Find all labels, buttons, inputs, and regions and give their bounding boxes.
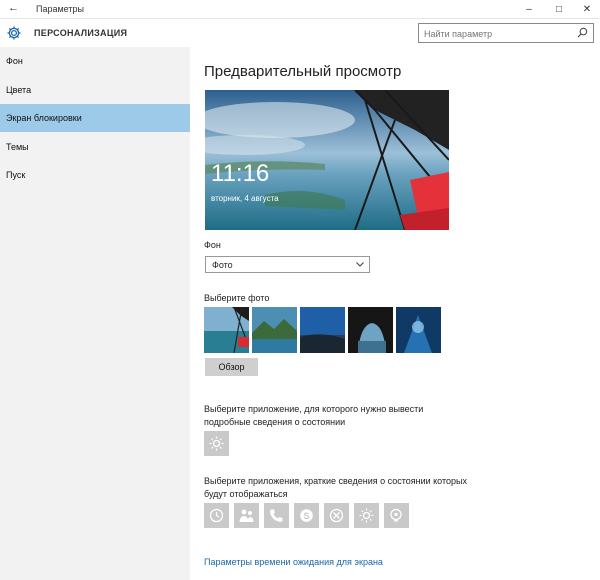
weather-icon xyxy=(359,508,374,523)
background-select-value: Фото xyxy=(212,260,233,270)
skype-icon: S xyxy=(300,509,313,522)
chevron-down-icon xyxy=(356,262,364,267)
photo-thumbnail[interactable] xyxy=(396,307,441,353)
quick-app-alarm[interactable] xyxy=(204,503,229,528)
quick-app-people[interactable] xyxy=(234,503,259,528)
quick-app-store[interactable] xyxy=(384,503,409,528)
detailed-app-label: Выберите приложение, для которого нужно … xyxy=(204,404,424,427)
photo-thumbnail[interactable] xyxy=(204,307,249,353)
alarm-icon xyxy=(209,508,224,523)
settings-header: ПЕРСОНАЛИЗАЦИЯ xyxy=(0,19,600,47)
search-icon[interactable] xyxy=(577,27,588,38)
search-input[interactable] xyxy=(424,27,572,40)
quick-app-weather[interactable] xyxy=(354,503,379,528)
xbox-icon xyxy=(329,508,344,523)
sidebar-item-themes[interactable]: Темы xyxy=(0,133,190,161)
sidebar-item-lock-screen[interactable]: Экран блокировки xyxy=(0,104,190,132)
search-box[interactable] xyxy=(418,23,594,43)
preview-time: 11:16 xyxy=(211,160,270,187)
svg-text:S: S xyxy=(303,511,309,521)
gear-icon xyxy=(7,26,21,40)
sidebar-item-start[interactable]: Пуск xyxy=(0,161,190,189)
quick-app-phone[interactable] xyxy=(264,503,289,528)
close-button[interactable]: ✕ xyxy=(572,0,600,19)
sidebar-item-colors[interactable]: Цвета xyxy=(0,76,190,104)
quick-app-xbox[interactable] xyxy=(324,503,349,528)
back-arrow-icon[interactable]: ← xyxy=(8,2,19,14)
choose-photo-label: Выберите фото xyxy=(204,293,270,303)
people-icon xyxy=(239,509,254,522)
background-select[interactable]: Фото xyxy=(205,256,370,273)
weather-icon xyxy=(209,436,224,451)
title-bar: ← Параметры – □ ✕ xyxy=(0,0,600,19)
phone-icon xyxy=(270,509,283,522)
photo-thumbnails xyxy=(204,307,444,353)
quick-app-skype[interactable]: S xyxy=(294,503,319,528)
page-title: Предварительный просмотр xyxy=(204,63,402,80)
browse-button[interactable]: Обзор xyxy=(205,358,258,376)
preview-date: вторник, 4 августа xyxy=(211,194,279,203)
minimize-button[interactable]: – xyxy=(514,0,544,19)
lock-screen-preview: 11:16 вторник, 4 августа xyxy=(205,90,449,230)
sidebar: Фон Цвета Экран блокировки Темы Пуск xyxy=(0,47,190,580)
main-content: Предварительный просмотр 11:16 вторник, xyxy=(190,47,600,580)
window-title: Параметры xyxy=(36,4,84,14)
screen-timeout-settings-link[interactable]: Параметры времени ожидания для экрана xyxy=(204,557,383,567)
maximize-button[interactable]: □ xyxy=(544,0,574,19)
photo-thumbnail[interactable] xyxy=(300,307,345,353)
quick-apps-label: Выберите приложения, краткие сведения о … xyxy=(204,476,467,499)
photo-thumbnail[interactable] xyxy=(348,307,393,353)
store-icon xyxy=(390,508,402,522)
sidebar-item-background[interactable]: Фон xyxy=(0,47,190,75)
background-label: Фон xyxy=(204,240,221,250)
section-title: ПЕРСОНАЛИЗАЦИЯ xyxy=(34,28,128,38)
photo-thumbnail[interactable] xyxy=(252,307,297,353)
detailed-app-button[interactable] xyxy=(204,431,229,456)
